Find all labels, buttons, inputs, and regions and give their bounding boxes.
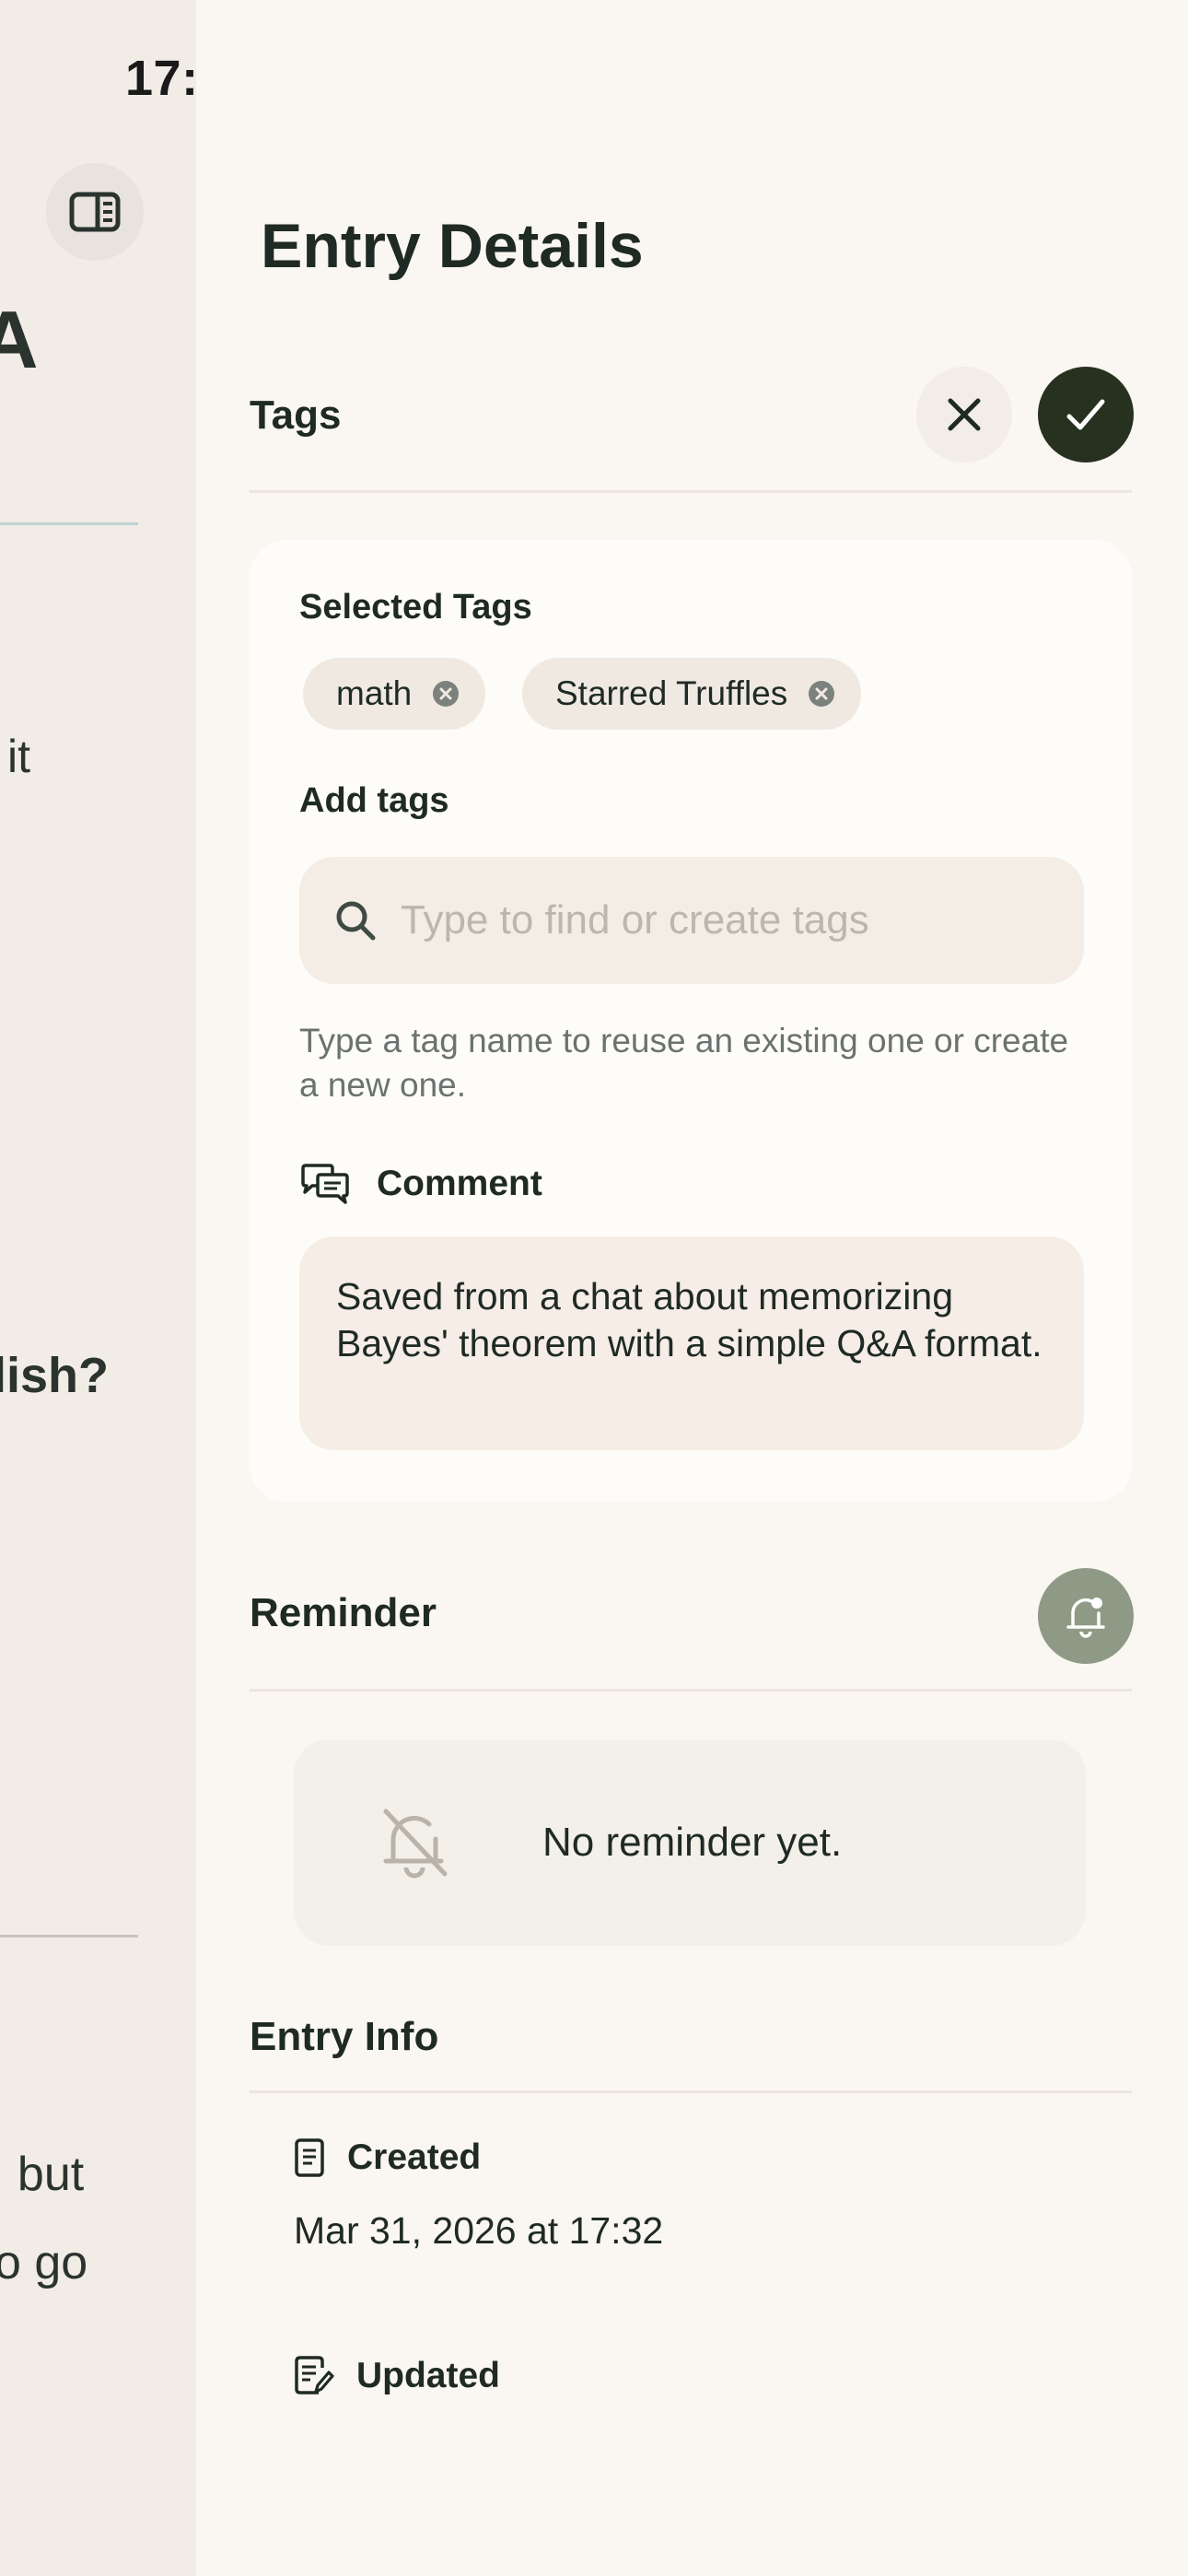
document-icon [295,2138,324,2177]
confirm-button[interactable] [1038,367,1134,463]
no-reminder-text: No reminder yet. [542,1820,843,1865]
reminder-section-header: Reminder [250,1590,437,1635]
updated-label: Updated [356,2356,500,2395]
background-text-line: it [7,731,30,782]
checkmark-icon [1066,399,1105,430]
document-edit-icon [295,2356,334,2395]
selected-tags-label: Selected Tags [299,588,532,626]
background-divider [0,522,138,525]
sidebar-toggle-button[interactable] [46,163,144,261]
remove-tag-button[interactable] [808,680,835,708]
updated-row: Updated [294,2355,500,2397]
background-heading: A [0,294,39,385]
entry-details-panel: Entry Details Tags Selected Tags math St… [196,0,1188,2576]
remove-tag-button[interactable] [432,680,460,708]
created-value: Mar 31, 2026 at 17:32 [294,2209,664,2252]
tags-card: Selected Tags math Starred Truffles Add … [250,540,1132,1502]
created-row: Created [294,2137,481,2178]
background-text-line: o go [0,2236,88,2289]
entry-info-section-header: Entry Info [250,2014,439,2059]
comment-field[interactable]: Saved from a chat about memorizing Bayes… [299,1236,1084,1450]
comment-bubbles-icon [301,1164,349,1204]
add-tags-label: Add tags [299,781,449,820]
bell-off-icon [379,1806,450,1879]
comment-header: Comment [299,1163,542,1205]
remove-circle-icon [809,681,835,707]
tag-helper-text: Type a tag name to reuse an existing one… [299,1022,1069,1104]
background-page: A it lish? . but o go [0,0,196,2576]
search-icon [334,899,377,942]
entry-info-divider [250,2090,1132,2093]
tags-section-header: Tags [250,392,342,438]
comment-label: Comment [377,1164,542,1203]
cancel-button[interactable] [916,367,1012,463]
page-title: Entry Details [261,211,644,281]
sidebar-icon [69,192,121,232]
reminder-empty-state: No reminder yet. [294,1739,1086,1946]
background-question: lish? [0,1348,110,1403]
background-divider [0,1935,138,1938]
tag-search-input[interactable] [401,897,1045,943]
tag-chip-starred-truffles[interactable]: Starred Truffles [522,658,862,730]
tag-chip-label: math [336,674,413,712]
background-text-line: . but [0,2148,85,2201]
tag-chip-label: Starred Truffles [555,674,788,712]
tag-search-field[interactable] [299,857,1084,984]
close-icon [948,398,981,431]
tags-divider [250,490,1132,493]
created-label: Created [347,2137,482,2177]
tag-chip-math[interactable]: math [303,658,486,730]
add-reminder-button[interactable] [1038,1568,1134,1664]
reminder-divider [250,1689,1132,1692]
remove-circle-icon [433,681,460,707]
bell-plus-icon [1066,1598,1105,1638]
